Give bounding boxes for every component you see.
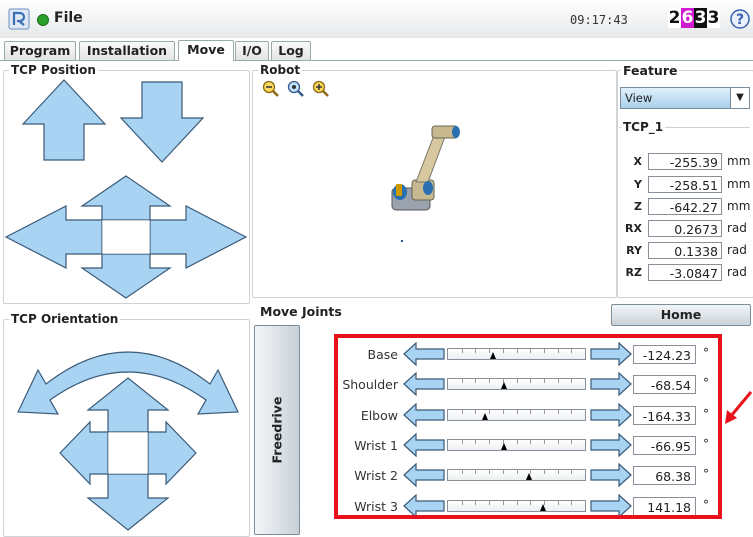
svg-text:?: ? — [736, 12, 744, 28]
tcp-position-pad: .ar{fill:#a9d3f2;stroke:#3a5a78;stroke-w… — [4, 79, 248, 299]
tcp-marker — [401, 240, 403, 242]
tab-log[interactable]: Log — [271, 41, 311, 60]
tcp-coord-value[interactable]: -3.0847 — [648, 264, 722, 281]
tab-installation[interactable]: Installation — [79, 41, 175, 60]
move-up-arrow[interactable] — [21, 79, 107, 161]
annotation-arrow-icon — [725, 391, 753, 424]
tcp-coord-value[interactable]: -258.51 — [648, 176, 722, 193]
move-forward-arrow[interactable] — [80, 175, 172, 221]
chevron-down-icon[interactable]: ▼ — [730, 88, 749, 108]
move-joints-title: Move Joints — [258, 304, 344, 319]
counter-digit: 6 — [681, 8, 694, 28]
tcp-coord-value[interactable]: -642.27 — [648, 198, 722, 215]
move-down-arrow[interactable] — [119, 81, 205, 163]
rotate-up-arrow[interactable] — [86, 377, 170, 433]
move-left-arrow[interactable] — [4, 205, 103, 269]
rotate-right-arrow[interactable] — [147, 420, 197, 486]
robot-view-title: Robot — [258, 63, 303, 77]
tcp-coord-label: RX — [625, 222, 642, 235]
file-menu[interactable]: File — [54, 10, 83, 26]
zoom-out-icon[interactable] — [262, 80, 280, 98]
tcp-coord-label: X — [633, 155, 642, 168]
tcp-coord-unit: rad — [727, 265, 747, 279]
tcp-orientation-pad — [17, 351, 239, 531]
tcp-coord-label: Y — [634, 178, 642, 191]
rotate-down-arrow[interactable] — [86, 473, 170, 531]
zoom-in-icon[interactable] — [312, 80, 330, 98]
tcp-coord-label: RY — [626, 244, 642, 257]
top-bar — [0, 0, 753, 38]
tcp-coord-value[interactable]: 0.2673 — [648, 220, 722, 237]
home-button[interactable]: Home — [611, 304, 751, 326]
tcp-coord-unit: rad — [727, 221, 747, 235]
center-square — [101, 219, 151, 255]
tcp-coord-unit: mm — [727, 154, 751, 168]
tcp-coord-unit: mm — [727, 199, 751, 213]
tab-bar: Program Installation Move I/O Log — [0, 38, 753, 61]
tcp-coord-label: RZ — [625, 266, 642, 279]
tcp-coord-value[interactable]: -255.39 — [648, 153, 722, 170]
feature-select[interactable]: View ▼ — [620, 87, 750, 109]
tcp-coord-unit: rad — [727, 243, 747, 257]
counter-digit: 3 — [707, 8, 720, 28]
clock: 09:17:43 — [570, 13, 628, 27]
tab-io[interactable]: I/O — [235, 41, 269, 60]
rotate-left-arrow[interactable] — [59, 420, 109, 486]
orientation-center-square — [107, 431, 149, 475]
freedrive-button[interactable]: Freedrive — [254, 325, 300, 535]
feature-select-value: View — [625, 91, 653, 105]
status-dot-icon — [37, 14, 49, 26]
tab-move[interactable]: Move — [178, 40, 234, 61]
joints-highlight-box — [334, 334, 722, 519]
ur-logo-icon[interactable] — [8, 8, 30, 30]
tcp-coord-label: Z — [634, 200, 642, 213]
counter-digit: 2 — [668, 8, 681, 28]
counter-digit: 3 — [694, 8, 707, 28]
feature-title: Feature — [621, 63, 680, 78]
move-right-arrow[interactable] — [149, 205, 248, 269]
robot-3d-model — [391, 125, 460, 211]
zoom-reset-icon[interactable] — [287, 80, 305, 98]
speed-counter: 2633 — [668, 8, 720, 28]
tcp-name: TCP_1 — [621, 120, 666, 134]
move-backward-arrow[interactable] — [80, 253, 172, 299]
tcp-coord-value[interactable]: 0.1338 — [648, 242, 722, 259]
freedrive-label: Freedrive — [269, 396, 285, 464]
tcp-coord-unit: mm — [727, 177, 751, 191]
tab-program[interactable]: Program — [4, 41, 76, 60]
help-icon[interactable]: ? — [730, 9, 750, 29]
